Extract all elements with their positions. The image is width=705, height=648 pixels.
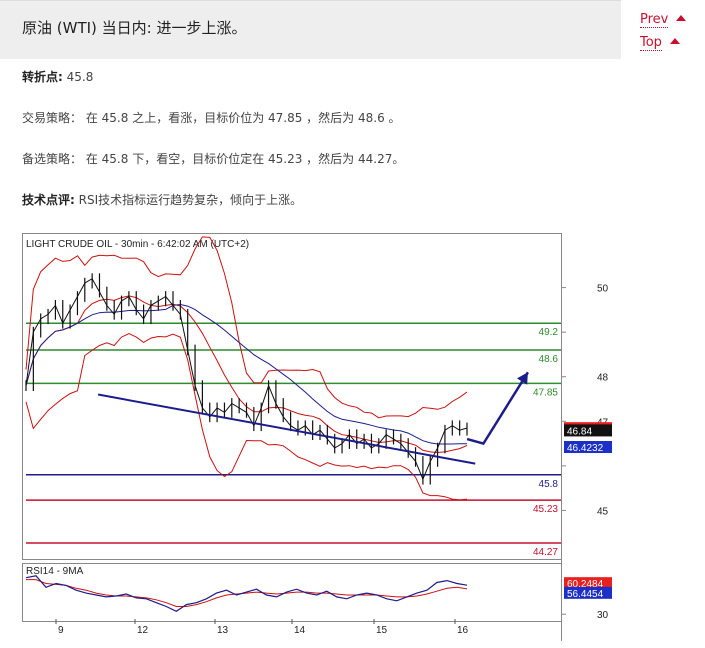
pivot-value: 45.8 (66, 70, 94, 84)
x-tick-label: 13 (217, 625, 229, 636)
strategy-line: 交易策略： 在 45.8 之上，看涨，目标价位为 47.85 ，然后为 48.6… (22, 109, 401, 126)
tech-comment-label: 技术点评: (22, 193, 75, 207)
prev-link[interactable]: Prev (640, 12, 669, 28)
price-tag-label-2: 46.4232 (567, 443, 604, 454)
header-bar: 原油 (WTI) 当日内: 进一步上涨。 (0, 0, 621, 59)
rsi-tag-label-1: 56.4454 (567, 589, 604, 600)
pivot-label: 转折点: (22, 70, 63, 84)
x-tick-label: 14 (294, 625, 306, 636)
up-arrow-icon (676, 15, 687, 21)
level-label-0: 49.2 (539, 327, 559, 338)
level-label-2: 47.85 (533, 387, 558, 398)
page-title: 原油 (WTI) 当日内: 进一步上涨。 (22, 19, 247, 37)
strategy-text: 在 45.8 之上，看涨，目标价位为 47.85 ，然后为 48.6 。 (85, 111, 401, 125)
level-label-3: 45.8 (539, 479, 559, 490)
price-tick-label: 48 (597, 373, 609, 384)
strategy-label: 交易策略： (22, 111, 83, 125)
alt-strategy-label: 备选策略： (22, 152, 83, 166)
top-link[interactable]: Top (640, 35, 662, 51)
rsi-title: RSI14 - 9MA (26, 566, 84, 577)
alt-strategy-text: 在 45.8 下，看空，目标价位定在 45.23 ，然后为 44.27。 (85, 152, 405, 166)
rsi-tick-label: 30 (597, 610, 609, 621)
alt-strategy-line: 备选策略： 在 45.8 下，看空，目标价位定在 45.23 ，然后为 44.2… (22, 150, 404, 167)
up-arrow-icon (669, 38, 680, 44)
prev-nav[interactable]: Prev (640, 12, 700, 28)
x-tick-label: 15 (376, 625, 388, 636)
level-label-1: 48.6 (539, 354, 559, 365)
level-label-5: 44.27 (533, 547, 558, 558)
pivot-line: 转折点: 45.8 (22, 68, 93, 85)
level-label-4: 45.23 (533, 504, 558, 515)
x-tick-label: 16 (457, 625, 469, 636)
tech-comment-text: RSI技术指标运行趋势复杂，倾向于上涨。 (78, 193, 303, 207)
price-tick-label: 45 (597, 506, 609, 517)
price-tag-label-1: 46.84 (567, 426, 592, 437)
top-nav[interactable]: Top (640, 35, 700, 51)
x-tick-label: 9 (58, 625, 64, 636)
crude-oil-chart: LIGHT CRUDE OIL - 30min - 6:42:02 AM (UT… (22, 233, 612, 641)
x-tick-label: 12 (137, 625, 149, 636)
tech-comment-line: 技术点评: RSI技术指标运行趋势复杂，倾向于上涨。 (22, 191, 302, 208)
price-tick-label: 50 (597, 284, 609, 295)
